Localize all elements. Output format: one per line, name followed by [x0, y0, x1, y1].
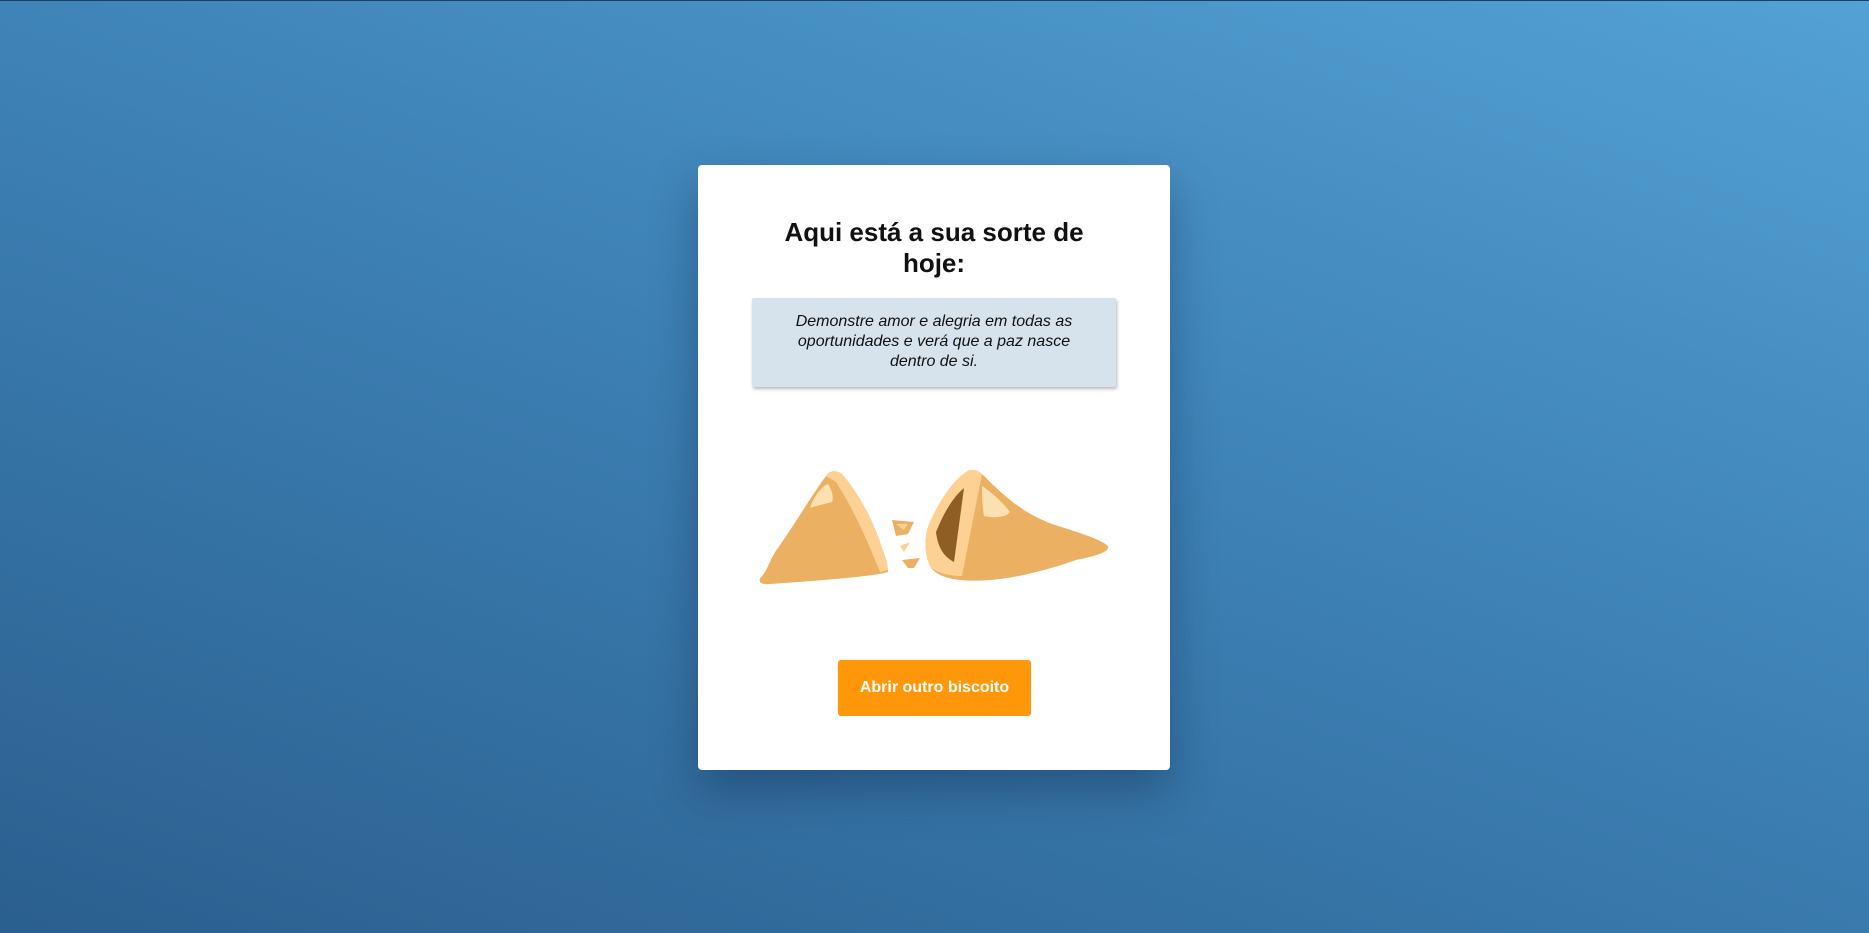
- window-top-edge: [0, 0, 1869, 1]
- cookie-right-half: [925, 469, 1109, 581]
- broken-fortune-cookie-icon: [759, 469, 1109, 585]
- cookie-crumbs: [892, 520, 920, 568]
- page-title: Aqui está a sua sorte de hoje:: [784, 217, 1084, 278]
- fortune-message: Demonstre amor e alegria em todas as opo…: [795, 313, 1073, 370]
- fortune-card: Aqui está a sua sorte de hoje: Demonstre…: [698, 165, 1170, 770]
- cookie-left-half: [759, 471, 888, 585]
- fortune-message-box: Demonstre amor e alegria em todas as opo…: [752, 298, 1116, 387]
- open-another-cookie-button[interactable]: Abrir outro biscoito: [838, 660, 1031, 716]
